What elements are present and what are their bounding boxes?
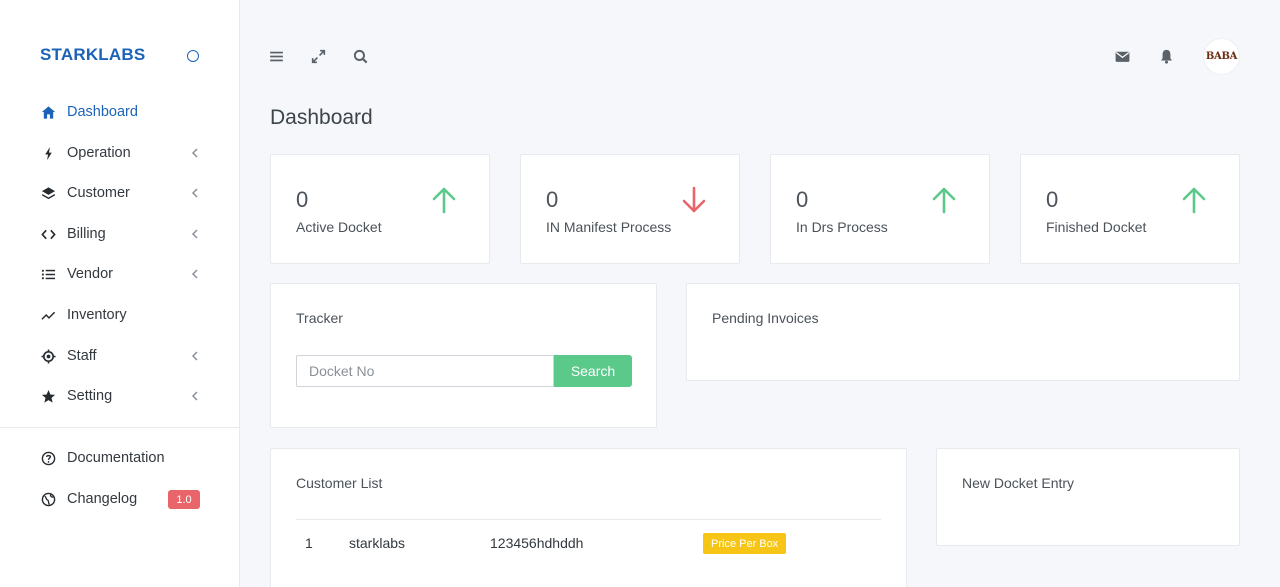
- stat-value: 0: [796, 187, 809, 212]
- globe-icon: [40, 491, 57, 508]
- list-icon: [40, 266, 57, 283]
- chevron-left-icon: [191, 269, 198, 279]
- sidebar-item-inventory[interactable]: Inventory: [40, 303, 202, 327]
- price-type-badge: Price Per Box: [703, 533, 787, 554]
- tracker-title: Tracker: [296, 310, 343, 326]
- sidebar-item-billing[interactable]: Billing: [40, 222, 202, 246]
- stat-label: In Drs Process: [796, 219, 888, 235]
- stat-card-finished-docket: 0 Finished Docket: [1020, 154, 1240, 264]
- stat-card-active-docket: 0 Active Docket: [270, 154, 490, 264]
- arrow-down-icon: [682, 186, 706, 213]
- trend-icon: [40, 307, 57, 324]
- page-title: Dashboard: [270, 106, 373, 129]
- sidebar-item-dashboard[interactable]: Dashboard: [40, 100, 202, 124]
- sidebar: STARKLABS Dashboard Operation Customer B…: [0, 0, 240, 587]
- new-docket-entry-title: New Docket Entry: [962, 475, 1075, 491]
- tracker-card: Tracker Search: [270, 283, 657, 428]
- customer-list-card: Customer List 1 starklabs 123456hdhddh P…: [270, 448, 907, 587]
- sidebar-item-label: Staff: [67, 348, 97, 364]
- stat-label: IN Manifest Process: [546, 219, 672, 235]
- bell-icon[interactable]: [1158, 48, 1175, 65]
- mail-icon[interactable]: [1114, 48, 1131, 65]
- sidebar-item-label: Dashboard: [67, 104, 138, 120]
- search-button[interactable]: Search: [554, 355, 632, 387]
- star-icon: [40, 388, 57, 405]
- sidebar-item-label: Billing: [67, 226, 106, 242]
- sidebar-item-label: Vendor: [67, 266, 113, 282]
- sidebar-item-label: Setting: [67, 388, 113, 404]
- arrow-up-icon: [932, 187, 956, 214]
- fullscreen-icon[interactable]: [310, 48, 327, 65]
- stat-label: Active Docket: [296, 219, 382, 235]
- chevron-left-icon: [191, 351, 198, 361]
- layers-icon: [40, 185, 57, 202]
- sidebar-toggle-icon[interactable]: [187, 50, 199, 62]
- home-icon: [40, 104, 57, 121]
- pending-invoices-card: Pending Invoices: [686, 283, 1240, 381]
- stat-card-in-drs-process: 0 In Drs Process: [770, 154, 990, 264]
- stat-value: 0: [1046, 187, 1059, 212]
- crosshair-icon: [40, 348, 57, 365]
- chevron-left-icon: [191, 148, 198, 158]
- stat-card-in-manifest-process: 0 IN Manifest Process: [520, 154, 740, 264]
- sidebar-item-label: Operation: [67, 145, 131, 161]
- table-divider: [296, 519, 881, 520]
- row-customer-code: 123456hdhddh: [490, 535, 584, 551]
- sidebar-item-setting[interactable]: Setting: [40, 384, 202, 408]
- brand-logo[interactable]: STARKLABS: [40, 45, 145, 65]
- search-icon[interactable]: [352, 48, 369, 65]
- row-customer-name: starklabs: [349, 535, 406, 551]
- sidebar-item-vendor[interactable]: Vendor: [40, 262, 202, 286]
- sidebar-item-label: Inventory: [67, 307, 127, 323]
- row-index: 1: [305, 535, 313, 551]
- customer-list-title: Customer List: [296, 475, 383, 491]
- sidebar-item-label: Changelog: [67, 491, 138, 507]
- stat-value: 0: [296, 187, 309, 212]
- help-circle-icon: [40, 450, 57, 467]
- sidebar-item-label: Documentation: [67, 450, 165, 466]
- bolt-icon: [40, 145, 57, 162]
- menu-icon[interactable]: [268, 48, 285, 65]
- stat-value: 0: [546, 187, 559, 212]
- avatar[interactable]: BABA: [1203, 38, 1240, 75]
- sidebar-item-customer[interactable]: Customer: [40, 181, 202, 205]
- docket-no-input[interactable]: [296, 355, 554, 387]
- sidebar-item-staff[interactable]: Staff: [40, 344, 202, 368]
- sidebar-item-operation[interactable]: Operation: [40, 141, 202, 165]
- code-icon: [40, 226, 57, 243]
- sidebar-item-documentation[interactable]: Documentation: [40, 446, 202, 470]
- chevron-left-icon: [191, 188, 198, 198]
- pending-invoices-title: Pending Invoices: [712, 310, 819, 326]
- version-badge: 1.0: [168, 490, 200, 509]
- chevron-left-icon: [191, 391, 198, 401]
- arrow-up-icon: [432, 187, 456, 214]
- arrow-up-icon: [1182, 187, 1206, 214]
- new-docket-entry-card: New Docket Entry: [936, 448, 1240, 546]
- stat-label: Finished Docket: [1046, 219, 1147, 235]
- chevron-left-icon: [191, 229, 198, 239]
- sidebar-item-label: Customer: [67, 185, 130, 201]
- sidebar-divider: [0, 427, 239, 428]
